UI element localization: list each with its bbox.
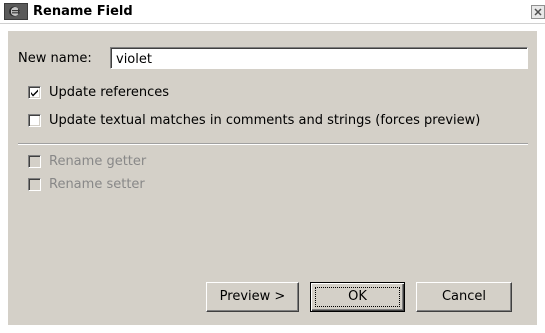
cancel-button[interactable]: Cancel: [416, 282, 512, 312]
update-textual-matches-checkbox[interactable]: [28, 114, 41, 127]
checkmark-icon: [31, 89, 38, 97]
close-icon[interactable]: [531, 5, 545, 19]
rename-setter-checkbox[interactable]: [28, 178, 41, 191]
eclipse-icon: [4, 3, 28, 20]
preview-button[interactable]: Preview >: [206, 282, 299, 312]
preview-button-label: Preview >: [219, 289, 286, 304]
title-bar[interactable]: Rename Field: [0, 0, 545, 24]
rename-field-dialog: Rename Field New name: Update references…: [0, 0, 545, 333]
update-textual-matches-label: Update textual matches in comments and s…: [49, 113, 481, 128]
ok-button[interactable]: OK: [310, 282, 405, 312]
rename-getter-label: Rename getter: [49, 154, 147, 169]
dialog-body: New name: Update references Update textu…: [8, 31, 537, 325]
new-name-label: New name:: [18, 51, 92, 66]
separator: [18, 143, 528, 145]
update-references-checkbox[interactable]: [28, 86, 41, 99]
rename-getter-checkbox[interactable]: [28, 155, 41, 168]
dialog-title: Rename Field: [33, 4, 133, 19]
update-references-label: Update references: [49, 85, 170, 100]
new-name-input[interactable]: [110, 47, 528, 69]
focus-indicator: [315, 287, 400, 307]
rename-setter-label: Rename setter: [49, 177, 145, 192]
cancel-button-label: Cancel: [441, 289, 487, 304]
